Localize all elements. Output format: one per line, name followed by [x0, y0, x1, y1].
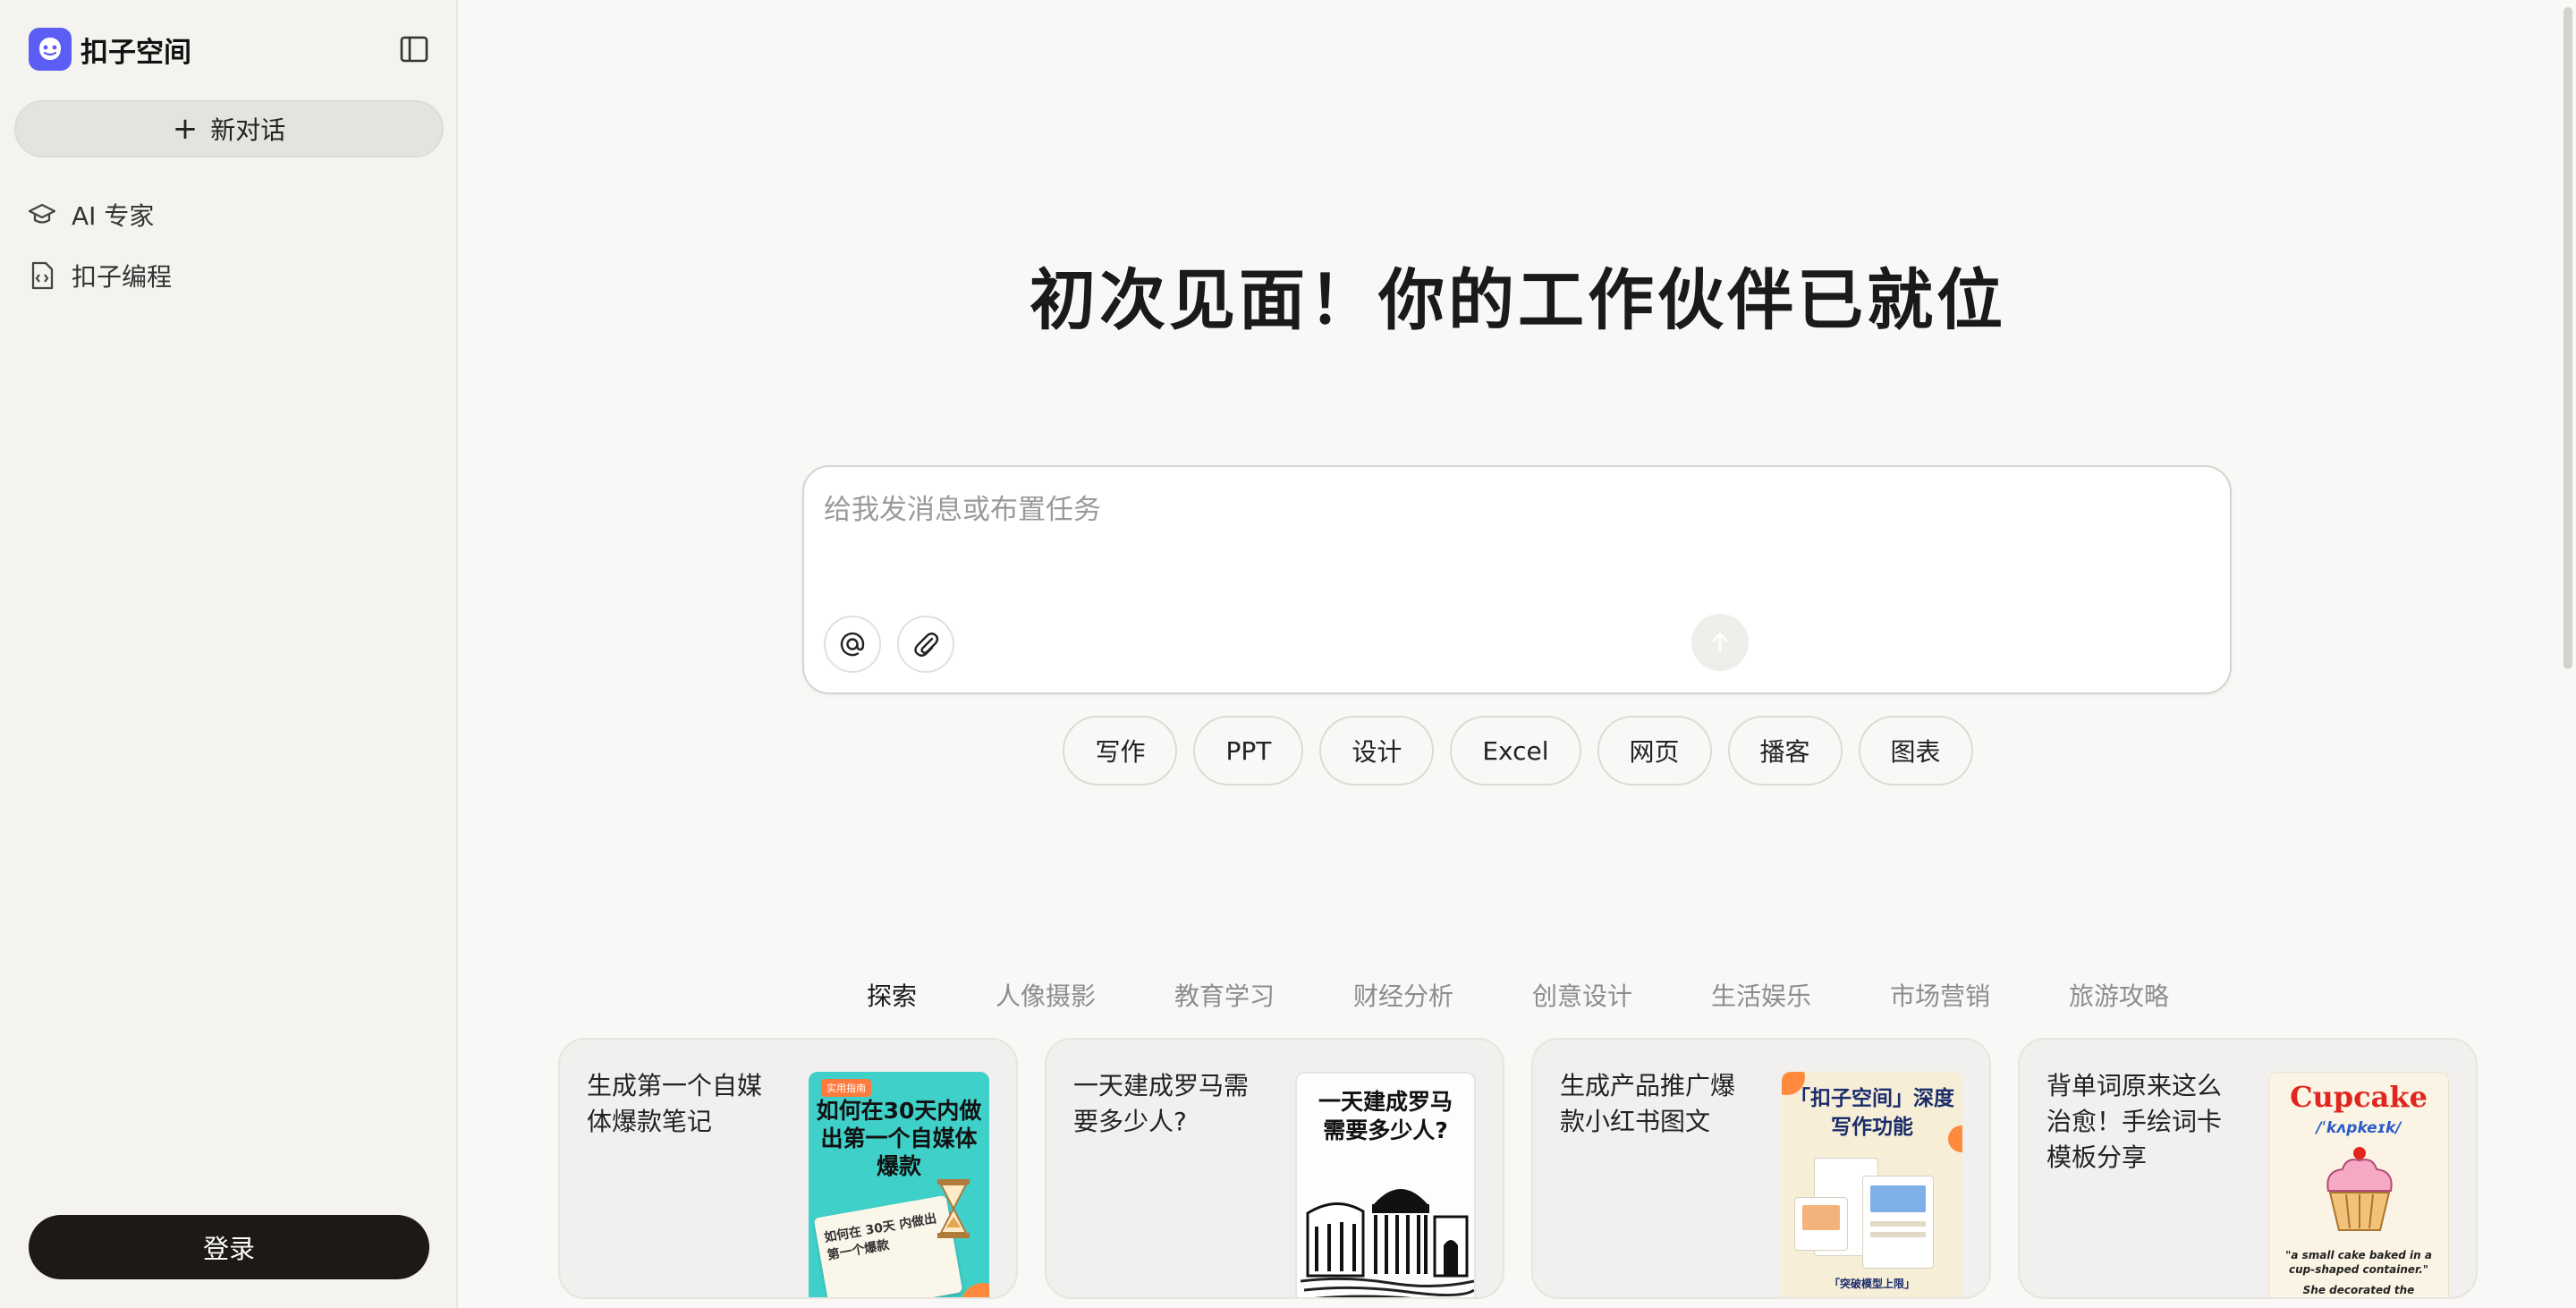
arrow-up-icon	[1712, 633, 1728, 652]
hourglass-icon	[937, 1179, 970, 1238]
app-window: 扣子空间 + 新对话 AI 专家 扣子编程 登录 初次见面！你的工作伙伴已就位 …	[0, 0, 2576, 1308]
at-sign-icon	[840, 632, 865, 657]
thumb-headline: 如何在30天内做出第一个自媒体爆款	[816, 1098, 982, 1179]
sidebar-panel-icon	[400, 36, 428, 63]
card-title: 背单词原来这么治愈！手绘词卡模板分享	[2046, 1071, 2223, 1172]
example-card[interactable]: 背单词原来这么治愈！手绘词卡模板分享 Cupcake /ˈkʌpkeɪk/ "a…	[2018, 1038, 2478, 1299]
plus-icon: +	[172, 111, 199, 147]
thumb-word: Cupcake	[2290, 1080, 2428, 1114]
sidebar: 扣子空间 + 新对话 AI 专家 扣子编程 登录	[0, 0, 458, 1308]
chip-chart[interactable]: 图表	[1858, 716, 1973, 786]
card-thumbnail: 一天建成罗马需要多少人?	[1295, 1072, 1476, 1297]
sidebar-item-coze-coding[interactable]: 扣子编程	[27, 254, 431, 297]
scrollbar-thumb[interactable]	[2563, 7, 2572, 669]
quick-actions: 写作 PPT 设计 Excel 网页 播客 图表	[460, 716, 2576, 786]
brand-name: 扣子空间	[80, 36, 191, 69]
tab-finance[interactable]: 财经分析	[1314, 979, 1493, 1015]
colosseum-illustration	[1301, 1189, 1474, 1297]
card-title: 一天建成罗马需要多少人?	[1073, 1071, 1250, 1136]
tab-education[interactable]: 教育学习	[1135, 979, 1314, 1015]
card-title: 生成产品推广爆款小红书图文	[1560, 1071, 1736, 1136]
thumb-phonetic: /ˈkʌpkeɪk/	[2316, 1119, 2402, 1137]
chip-excel[interactable]: Excel	[1450, 716, 1581, 786]
document-illustration	[1794, 1197, 1848, 1251]
thumb-headline: 一天建成罗马需要多少人?	[1318, 1089, 1453, 1143]
card-thumbnail: 实用指南 如何在30天内做出第一个自媒体爆款 如何在 30天 内做出第一个爆款	[809, 1072, 989, 1297]
graduation-cap-icon	[27, 200, 57, 230]
mention-button[interactable]	[824, 616, 881, 673]
cupcake-illustration	[2326, 1147, 2393, 1231]
message-input[interactable]	[824, 487, 2201, 576]
thumb-definition: "a small cake baked in a cup-shaped cont…	[2285, 1249, 2432, 1276]
sidebar-item-ai-expert[interactable]: AI 专家	[27, 193, 431, 236]
card-thumbnail: 「扣子空间」深度写作功能 「突破模型上限」	[1782, 1072, 1962, 1297]
paperclip-icon	[914, 633, 939, 657]
document-illustration	[1862, 1176, 1934, 1269]
tab-travel[interactable]: 旅游攻略	[2029, 979, 2208, 1015]
example-cards: 生成第一个自媒体爆款笔记 实用指南 如何在30天内做出第一个自媒体爆款 如何在 …	[558, 1038, 2478, 1308]
message-composer	[802, 465, 2232, 694]
new-chat-label: 新对话	[210, 115, 286, 145]
thumb-tag: 实用指南	[821, 1079, 871, 1097]
sidebar-item-label: 扣子编程	[72, 262, 173, 292]
tab-explore[interactable]: 探索	[827, 979, 956, 1015]
brand-logo-icon	[29, 28, 72, 71]
tab-portrait[interactable]: 人像摄影	[956, 979, 1135, 1015]
brand[interactable]: 扣子空间	[29, 27, 191, 72]
chip-writing[interactable]: 写作	[1063, 716, 1178, 786]
send-button[interactable]	[1691, 614, 1749, 671]
scrollbar[interactable]	[2560, 0, 2576, 1308]
tab-lifestyle[interactable]: 生活娱乐	[1672, 979, 1851, 1015]
tab-creative[interactable]: 创意设计	[1493, 979, 1672, 1015]
card-title: 生成第一个自媒体爆款笔记	[587, 1071, 763, 1136]
chip-ppt[interactable]: PPT	[1193, 716, 1304, 786]
example-card[interactable]: 一天建成罗马需要多少人? 一天建成罗马需要多少人?	[1045, 1038, 1504, 1299]
sidebar-item-label: AI 专家	[72, 201, 155, 231]
thumb-example: She decorated the	[2302, 1284, 2415, 1296]
attach-button[interactable]	[897, 616, 954, 673]
code-file-icon	[27, 260, 57, 291]
category-tabs: 探索 人像摄影 教育学习 财经分析 创意设计 生活娱乐 市场营销 旅游攻略	[460, 979, 2576, 1015]
page-title: 初次见面！你的工作伙伴已就位	[1030, 262, 2006, 339]
tab-marketing[interactable]: 市场营销	[1851, 979, 2029, 1015]
chip-design[interactable]: 设计	[1319, 716, 1435, 786]
thumb-footer: 「突破模型上限」	[1828, 1278, 1915, 1290]
chip-webpage[interactable]: 网页	[1597, 716, 1712, 786]
sidebar-toggle-button[interactable]	[397, 32, 431, 66]
example-card[interactable]: 生成产品推广爆款小红书图文 「扣子空间」深度写作功能 「突破模型上限」	[1531, 1038, 1991, 1299]
card-thumbnail: Cupcake /ˈkʌpkeɪk/ "a small cake baked i…	[2268, 1072, 2449, 1297]
login-button[interactable]: 登录	[29, 1215, 429, 1279]
chip-podcast[interactable]: 播客	[1727, 716, 1843, 786]
thumb-headline: 「扣子空间」深度写作功能	[1790, 1087, 1954, 1139]
new-chat-button[interactable]: + 新对话	[14, 100, 444, 157]
example-card[interactable]: 生成第一个自媒体爆款笔记 实用指南 如何在30天内做出第一个自媒体爆款 如何在 …	[558, 1038, 1018, 1299]
decor-dot	[961, 1283, 989, 1297]
